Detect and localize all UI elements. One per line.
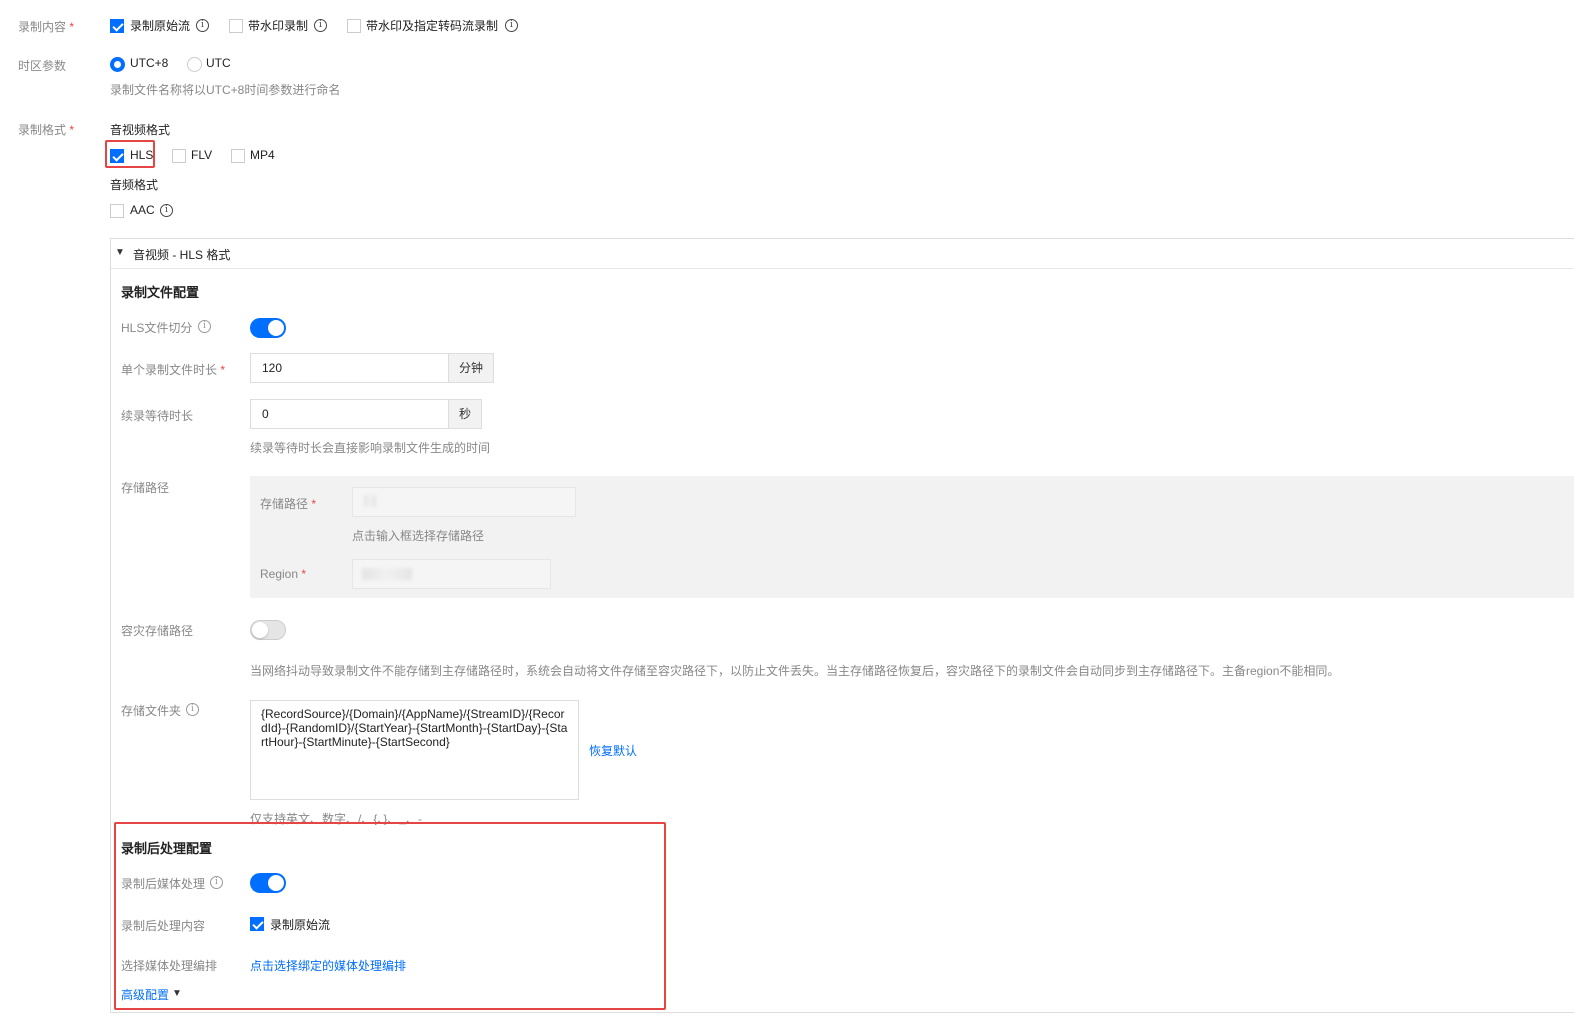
media-process-label: 录制后媒体处理	[121, 877, 206, 891]
record-watermark-transcode-option[interactable]: 带水印及指定转码流录制	[366, 17, 498, 34]
duration-label: 单个录制文件时长	[121, 361, 225, 378]
hls-split-label: HLS文件切分	[121, 321, 193, 335]
folder-textarea[interactable]: {RecordSource}/{Domain}/{AppName}/{Strea…	[250, 700, 579, 800]
caret-down-icon[interactable]: ▼	[172, 988, 182, 999]
storage-path-input[interactable]	[352, 487, 576, 517]
file-config-title: 录制文件配置	[121, 285, 200, 300]
info-icon[interactable]: i	[160, 204, 173, 217]
mp4-option[interactable]: MP4	[250, 148, 275, 162]
wait-hint: 续录等待时长会直接影响录制文件生成的时间	[250, 441, 491, 455]
info-icon[interactable]: i	[505, 19, 518, 32]
backup-label: 容灾存储路径	[121, 624, 194, 638]
timezone-label: 时区参数	[18, 59, 67, 73]
record-watermark-transcode-checkbox[interactable]	[347, 19, 361, 33]
info-icon[interactable]: i	[198, 320, 211, 333]
record-content-label: 录制内容	[18, 18, 74, 35]
flv-checkbox[interactable]	[172, 149, 186, 163]
collapse-triangle-icon[interactable]: ▼	[115, 247, 125, 258]
process-original-option[interactable]: 录制原始流	[270, 916, 330, 933]
info-icon[interactable]: i	[186, 703, 199, 716]
process-content-label: 录制后处理内容	[121, 919, 206, 933]
av-format-title: 音视频格式	[110, 123, 171, 137]
utc8-radio[interactable]	[110, 57, 125, 72]
wait-unit: 秒	[449, 399, 482, 429]
utc-option[interactable]: UTC	[206, 56, 231, 70]
record-format-label: 录制格式	[18, 121, 74, 138]
storage-path-label: 存储路径	[260, 495, 316, 512]
aac-checkbox[interactable]	[110, 204, 124, 218]
record-watermark-checkbox[interactable]	[229, 19, 243, 33]
record-watermark-option[interactable]: 带水印录制	[248, 17, 308, 34]
orchestration-link[interactable]: 点击选择绑定的媒体处理编排	[250, 957, 406, 974]
redacted-value	[364, 495, 376, 507]
flv-option[interactable]: FLV	[191, 148, 212, 162]
wait-label: 续录等待时长	[121, 409, 194, 423]
hls-panel-header[interactable]: 音视频 - HLS 格式	[133, 246, 230, 263]
duration-unit: 分钟	[449, 353, 494, 383]
region-label: Region	[260, 567, 306, 581]
audio-format-title: 音频格式	[110, 178, 159, 192]
backup-toggle[interactable]	[250, 620, 286, 640]
advanced-config-link[interactable]: 高级配置	[121, 986, 169, 1003]
process-original-checkbox[interactable]	[250, 917, 264, 931]
record-original-checkbox[interactable]	[110, 19, 124, 33]
hls-split-toggle[interactable]	[250, 318, 286, 338]
info-icon[interactable]: i	[196, 19, 209, 32]
storage-label: 存储路径	[121, 481, 170, 495]
timezone-hint: 录制文件名称将以UTC+8时间参数进行命名	[110, 83, 341, 97]
aac-option[interactable]: AAC	[130, 203, 155, 217]
wait-input[interactable]: 0	[250, 399, 449, 429]
orchestration-label: 选择媒体处理编排	[121, 959, 218, 973]
storage-path-hint: 点击输入框选择存储路径	[352, 529, 485, 543]
duration-input[interactable]: 120	[250, 353, 449, 383]
utc8-option[interactable]: UTC+8	[130, 56, 168, 70]
post-process-title: 录制后处理配置	[121, 841, 213, 856]
divider	[111, 268, 1574, 269]
info-icon[interactable]: i	[314, 19, 327, 32]
info-icon[interactable]: i	[210, 876, 223, 889]
highlight-box	[105, 140, 155, 168]
folder-reset-link[interactable]: 恢复默认	[589, 742, 637, 759]
folder-label: 存储文件夹	[121, 704, 182, 718]
record-original-option[interactable]: 录制原始流	[130, 17, 190, 34]
backup-hint: 当网络抖动导致录制文件不能存储到主存储路径时，系统会自动将文件存储至容灾路径下，…	[250, 664, 1340, 678]
redacted-value	[362, 568, 412, 580]
utc-radio[interactable]	[187, 57, 202, 72]
media-process-toggle[interactable]	[250, 873, 286, 893]
mp4-checkbox[interactable]	[231, 149, 245, 163]
